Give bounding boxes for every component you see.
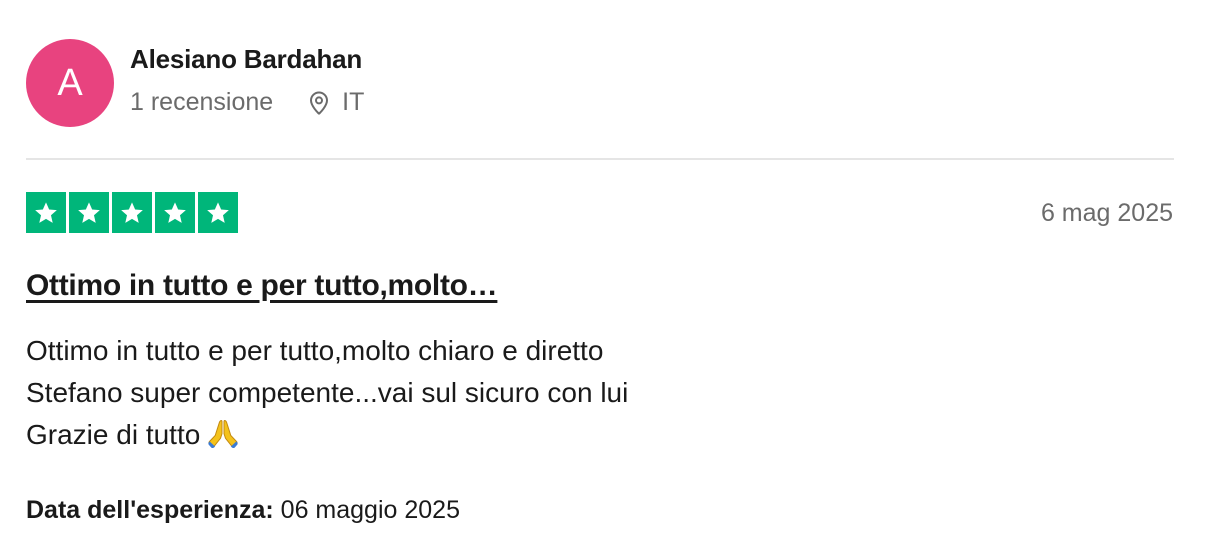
experience-date: Data dell'esperienza: 06 maggio 2025 bbox=[26, 496, 460, 525]
experience-label: Data dell'esperienza: bbox=[26, 496, 274, 524]
star-icon bbox=[69, 192, 109, 233]
review-card: A Alesiano Bardahan 1 recensione IT 6 ma… bbox=[0, 0, 1210, 544]
star-rating bbox=[26, 192, 238, 233]
review-body-line-last: Grazie di tutto bbox=[26, 414, 628, 460]
review-body-line: Ottimo in tutto e per tutto,molto chiaro… bbox=[26, 335, 604, 366]
star-icon bbox=[112, 192, 152, 233]
star-icon bbox=[198, 192, 238, 233]
review-date: 6 mag 2025 bbox=[1040, 199, 1173, 227]
avatar-initial: A bbox=[57, 62, 83, 104]
folded-hands-icon bbox=[206, 418, 240, 460]
review-body: Ottimo in tutto e per tutto,molto chiaro… bbox=[26, 330, 628, 460]
review-title-link[interactable]: Ottimo in tutto e per tutto,molto… bbox=[26, 269, 498, 303]
divider bbox=[26, 158, 1174, 160]
consumer-name-link[interactable]: Alesiano Bardahan bbox=[130, 44, 362, 75]
review-body-line-text: Grazie di tutto bbox=[26, 419, 201, 450]
location-pin-icon bbox=[306, 90, 332, 116]
review-count: 1 recensione bbox=[130, 88, 274, 116]
review-body-line: Stefano super competente...vai sul sicur… bbox=[26, 377, 629, 408]
consumer-meta: 1 recensione IT bbox=[130, 88, 364, 117]
experience-value: 06 maggio 2025 bbox=[280, 496, 460, 524]
consumer-location: IT bbox=[306, 88, 364, 117]
star-icon bbox=[26, 192, 66, 233]
avatar[interactable]: A bbox=[26, 39, 114, 127]
star-icon bbox=[155, 192, 195, 233]
country-code: IT bbox=[342, 88, 365, 116]
